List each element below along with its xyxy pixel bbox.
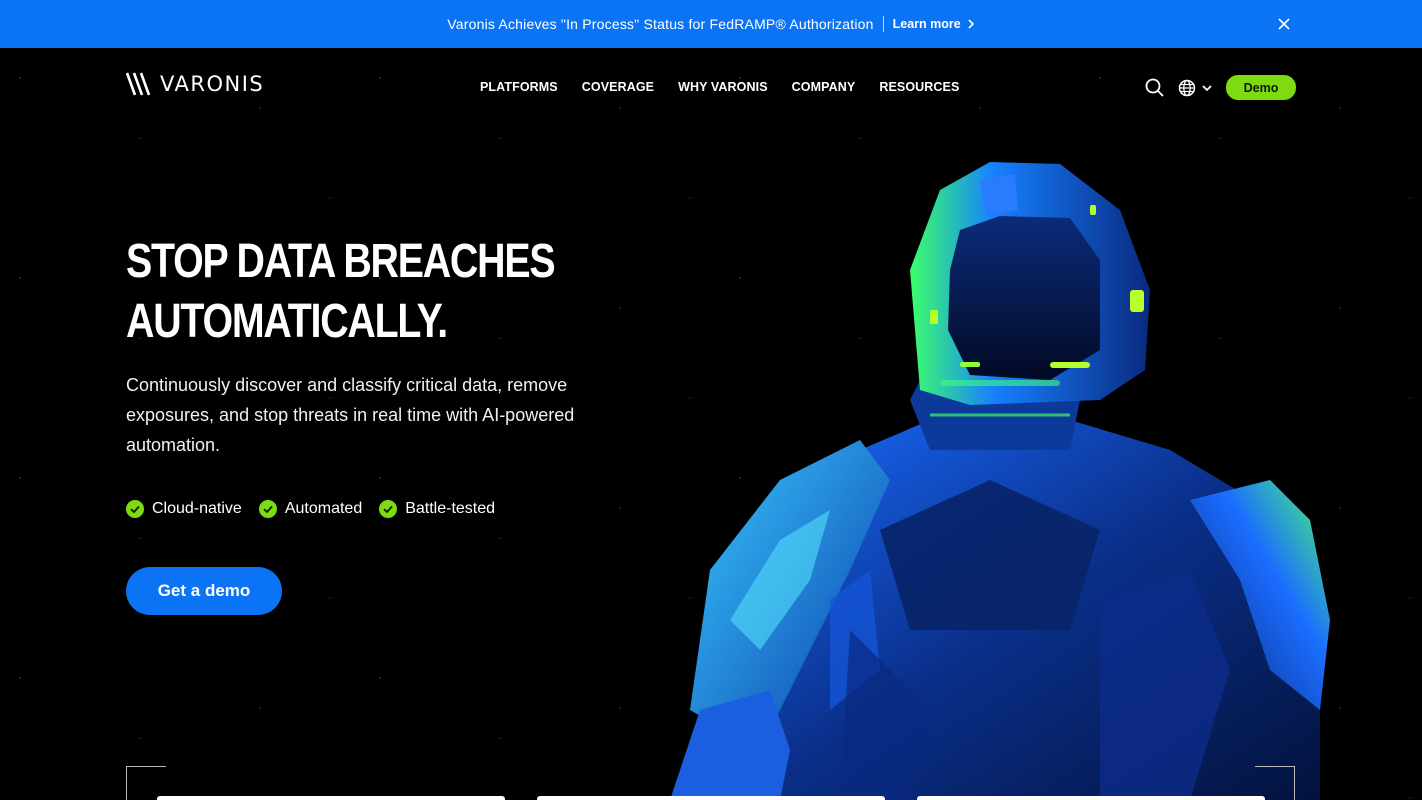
get-a-demo-button[interactable]: Get a demo — [126, 567, 282, 615]
nav-item-resources[interactable]: RESOURCES — [879, 80, 959, 94]
nav-item-coverage[interactable]: COVERAGE — [582, 80, 654, 94]
bottom-card[interactable] — [917, 796, 1265, 800]
check-circle-icon — [126, 500, 144, 518]
hero-title-line-2: AUTOMATICALLY. — [126, 295, 448, 348]
chevron-down-icon — [1202, 84, 1212, 91]
armored-robot-illustration — [670, 162, 1330, 800]
hero-content: STOP DATA BREACHES AUTOMATICALLY. Contin… — [126, 232, 646, 455]
hero-subtitle: Continuously discover and classify criti… — [126, 375, 575, 455]
varonis-logo[interactable]: VARONIS — [126, 72, 264, 96]
globe-icon — [1178, 79, 1196, 96]
main-nav: VARONIS PLATFORMS COVERAGE WHY VARONIS C… — [0, 48, 1422, 128]
search-icon[interactable] — [1145, 78, 1164, 97]
demo-button[interactable]: Demo — [1226, 75, 1296, 100]
nav-actions: Demo — [1145, 75, 1296, 100]
logo-mark-icon — [126, 72, 151, 96]
feature-label: Battle-tested — [405, 500, 496, 517]
nav-item-why-varonis[interactable]: WHY VARONIS — [678, 80, 768, 94]
nav-item-platforms[interactable]: PLATFORMS — [480, 80, 558, 94]
logo-wordmark: VARONIS — [160, 72, 265, 96]
check-circle-icon — [379, 500, 398, 518]
feature-list: Cloud-native Automated Battle-tested — [126, 500, 495, 518]
close-icon[interactable] — [1276, 16, 1292, 32]
language-selector[interactable] — [1178, 79, 1212, 97]
announcement-divider — [882, 16, 884, 32]
feature-item: Battle-tested — [379, 500, 495, 518]
bottom-card[interactable] — [157, 796, 505, 800]
announcement-bar: Varonis Achieves "In Process" Status for… — [0, 0, 1422, 48]
nav-item-company[interactable]: COMPANY — [792, 80, 856, 94]
announcement-message: Varonis Achieves "In Process" Status for… — [447, 16, 874, 32]
bottom-frame-right — [1255, 766, 1295, 800]
hero-title-line-1: STOP DATA BREACHES — [126, 235, 556, 288]
bottom-frame-left — [126, 766, 166, 800]
feature-label: Cloud-native — [152, 500, 242, 517]
nav-menu: PLATFORMS COVERAGE WHY VARONIS COMPANY R… — [480, 80, 959, 94]
feature-label: Automated — [284, 500, 363, 517]
learn-more-link[interactable]: Learn more — [893, 17, 975, 31]
bottom-card[interactable] — [537, 796, 885, 800]
learn-more-label: Learn more — [892, 17, 961, 31]
chevron-right-icon — [968, 19, 974, 29]
feature-item: Automated — [258, 500, 363, 518]
check-circle-icon — [258, 500, 277, 518]
feature-item: Cloud-native — [126, 500, 242, 518]
